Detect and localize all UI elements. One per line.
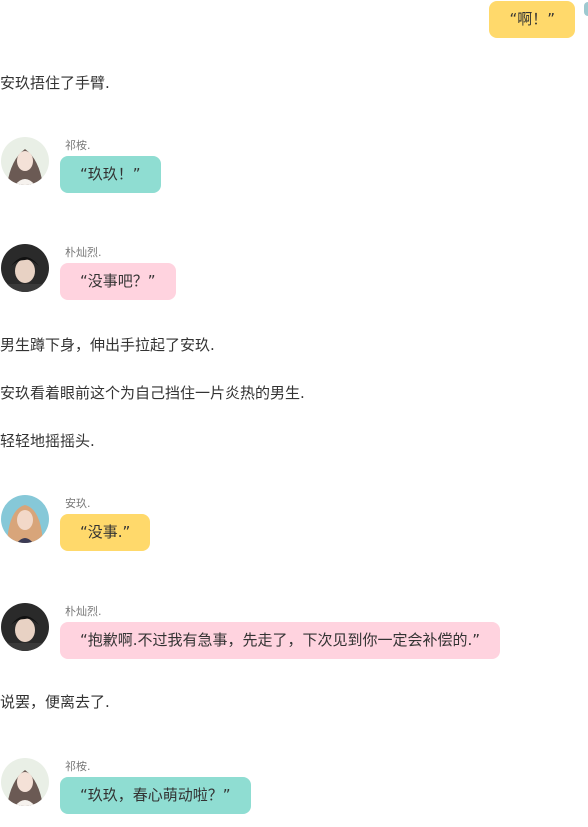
sender-name: 朴灿烈. [65, 246, 102, 259]
sender-name: 祁桉. [65, 139, 91, 152]
narration-line: 轻轻地摇摇头. [0, 432, 95, 450]
message-bubble: “玖玖！” [60, 156, 161, 193]
self-message-bubble: “啊！” [489, 1, 575, 38]
avatar[interactable] [1, 244, 49, 292]
sender-name: 祁桉. [65, 760, 91, 773]
sender-name: 安玖. [65, 497, 91, 510]
narration-line: 说罢，便离去了. [0, 693, 110, 711]
narration-line: 安玖看着眼前这个为自己挡住一片炎热的男生. [0, 384, 305, 402]
avatar[interactable] [1, 495, 49, 543]
message-bubble: “没事吧？” [60, 263, 176, 300]
avatar[interactable] [1, 758, 49, 806]
narration-line: 安玖捂住了手臂. [0, 74, 110, 92]
self-avatar-edge [584, 2, 588, 16]
avatar[interactable] [1, 603, 49, 651]
avatar[interactable] [1, 137, 49, 185]
sender-name: 朴灿烈. [65, 605, 102, 618]
message-bubble: “没事.” [60, 514, 151, 551]
narration-line: 男生蹲下身，伸出手拉起了安玖. [0, 336, 215, 354]
message-bubble: “抱歉啊.不过我有急事，先走了，下次见到你一定会补偿的.” [60, 622, 501, 659]
message-bubble: “玖玖，春心萌动啦？” [60, 777, 251, 814]
